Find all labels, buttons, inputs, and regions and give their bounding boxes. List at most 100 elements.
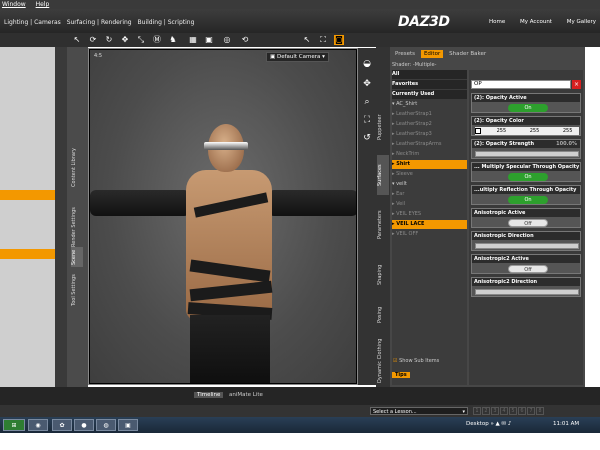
tab-timeline[interactable]: Timeline: [194, 392, 224, 398]
tree-item[interactable]: ▾ veilt: [392, 180, 467, 189]
pointer-icon[interactable]: ↖: [302, 35, 312, 45]
lesson-page-button[interactable]: 4: [500, 407, 508, 415]
camera-tool-icon[interactable]: ◙: [334, 35, 344, 45]
tree-item[interactable]: All: [392, 70, 467, 79]
multiply-specular-toggle[interactable]: On: [508, 173, 548, 181]
lesson-page-button[interactable]: 5: [509, 407, 517, 415]
tree-item[interactable]: ▸ Ear: [392, 190, 467, 199]
tab-parameters[interactable]: Parameters: [377, 199, 389, 251]
app-icon-1[interactable]: ✿: [52, 419, 72, 431]
color-swatch-icon[interactable]: [475, 127, 481, 134]
orbit-icon[interactable]: ◒: [361, 58, 373, 70]
chrome-icon[interactable]: ◉: [28, 419, 48, 431]
menu-help[interactable]: Help: [36, 1, 50, 8]
tree-item[interactable]: ▸ VEIL EYES: [392, 210, 467, 219]
tree-item[interactable]: ▸ VEIL OFF: [392, 230, 467, 239]
tab-puppeteer[interactable]: Puppeteer: [377, 103, 389, 151]
tab-posing[interactable]: Posing: [377, 299, 389, 331]
tree-item[interactable]: ▸ LeatherStrap1: [392, 110, 467, 119]
node-icon[interactable]: ▣: [204, 35, 214, 45]
app-icon-3[interactable]: ◍: [96, 419, 116, 431]
link-home[interactable]: Home: [489, 19, 505, 25]
room-tab-building[interactable]: Building | Scripting: [138, 19, 195, 26]
left-selected-row-2[interactable]: [0, 249, 55, 259]
anisotropic2-direction-dropdown[interactable]: [475, 289, 579, 295]
tab-presets[interactable]: Presets: [392, 50, 418, 58]
show-sub-items-checkbox[interactable]: ☑ Show Sub Items: [393, 358, 439, 364]
left-selected-row[interactable]: [0, 190, 55, 200]
tray-icons[interactable]: » ▲ ✉ ♪: [490, 421, 511, 427]
opacity-active-toggle[interactable]: On: [508, 104, 548, 112]
tab-shaping[interactable]: Shaping: [377, 255, 389, 295]
rotate-icon[interactable]: ⟳: [88, 35, 98, 45]
menu-window[interactable]: Window: [2, 1, 26, 8]
translate-icon[interactable]: ✥: [120, 35, 130, 45]
color-g[interactable]: 255: [530, 128, 540, 134]
tab-content-library[interactable]: Content Library: [71, 135, 83, 201]
tree-item[interactable]: Favorites: [392, 80, 467, 89]
start-button[interactable]: ⊞: [3, 419, 25, 431]
desktop-label[interactable]: Desktop: [466, 421, 489, 427]
figure-icon[interactable]: ♞: [168, 35, 178, 45]
node-select-icon[interactable]: ⛶: [318, 35, 328, 45]
opacity-color-values[interactable]: 255 255 255: [475, 127, 579, 135]
frame-icon[interactable]: ⛶: [361, 114, 373, 126]
anisotropic-direction-dropdown[interactable]: [475, 243, 579, 249]
lesson-page-button[interactable]: 8: [536, 407, 544, 415]
color-r[interactable]: 255: [497, 128, 507, 134]
reset-view-icon[interactable]: ↺: [361, 132, 373, 144]
tree-item[interactable]: ▸ LeatherStrapArms: [392, 140, 467, 149]
scale-icon[interactable]: ⤡: [136, 35, 146, 45]
select-arrow-icon[interactable]: ↖: [72, 35, 82, 45]
render-icon[interactable]: ◎: [222, 35, 232, 45]
opacity-strength-slider[interactable]: [475, 151, 579, 157]
tips-button[interactable]: Tips: [392, 372, 410, 378]
tab-animate-lite[interactable]: aniMate Lite: [226, 392, 266, 398]
app-icon-2[interactable]: ●: [74, 419, 94, 431]
morph-icon[interactable]: Ⓜ: [152, 35, 162, 45]
tree-item[interactable]: ▸ NeckTrim: [392, 150, 467, 159]
tree-item[interactable]: ▸ LeatherStrap2: [392, 120, 467, 129]
lesson-page-button[interactable]: 6: [518, 407, 526, 415]
tree-item[interactable]: ▾ AC_Shirt: [392, 100, 467, 109]
tree-item[interactable]: ▸ Sleeve: [392, 170, 467, 179]
room-tab-lighting[interactable]: Lighting | Cameras: [4, 19, 61, 26]
daz-taskbar-icon[interactable]: ▣: [118, 419, 138, 431]
grid-icon[interactable]: ▦: [188, 35, 198, 45]
lesson-select[interactable]: Select a Lesson... ▾: [370, 407, 468, 415]
windows-taskbar: ⊞ ◉ ✿ ● ◍ ▣ Desktop » ▲ ✉ ♪ 11:01 AM: [0, 417, 600, 433]
tree-item[interactable]: ▸ LeatherStrap3: [392, 130, 467, 139]
tree-item[interactable]: ▸ Shirt: [392, 160, 467, 169]
tab-scene[interactable]: Scene: [71, 247, 83, 267]
multiply-reflection-toggle[interactable]: On: [508, 196, 548, 204]
lesson-page-button[interactable]: 3: [491, 407, 499, 415]
tree-item[interactable]: Currently Used: [392, 90, 467, 99]
property-search-input[interactable]: OP: [471, 80, 571, 89]
tab-dynamic-clothing[interactable]: Dynamic Clothing: [377, 335, 389, 387]
viewport[interactable]: 4:5: [88, 48, 358, 385]
anisotropic2-active-toggle[interactable]: Off: [508, 265, 548, 273]
tree-item[interactable]: ▸ VEIL LACE: [392, 220, 467, 229]
room-tab-surfacing[interactable]: Surfacing | Rendering: [67, 19, 132, 26]
zoom-icon[interactable]: ⌕: [361, 96, 373, 108]
lesson-page-button[interactable]: 7: [527, 407, 535, 415]
tab-surfaces[interactable]: Surfaces: [377, 155, 389, 195]
tab-render-settings[interactable]: Render Settings: [71, 207, 83, 247]
camera-selector[interactable]: ▣ Default Camera ▾: [266, 52, 329, 62]
prop-title: ...ultiply Reflection Through Opacity: [472, 186, 580, 194]
color-b[interactable]: 255: [563, 128, 573, 134]
link-my-account[interactable]: My Account: [520, 19, 552, 25]
tree-item[interactable]: ▸ Veil: [392, 200, 467, 209]
anisotropic-active-toggle[interactable]: Off: [508, 219, 548, 227]
clear-search-icon[interactable]: ×: [572, 80, 581, 89]
link-my-gallery[interactable]: My Gallery: [567, 19, 596, 25]
lesson-page-button[interactable]: 1: [473, 407, 481, 415]
twist-icon[interactable]: ↻: [104, 35, 114, 45]
refresh-icon[interactable]: ⟲: [240, 35, 250, 45]
tab-shader-baker[interactable]: Shader Baker: [446, 50, 489, 58]
viewport-canvas[interactable]: 4:5: [90, 50, 356, 383]
lesson-page-button[interactable]: 2: [482, 407, 490, 415]
tab-tool-settings[interactable]: Tool Settings: [71, 271, 83, 309]
pan-icon[interactable]: ✥: [361, 78, 373, 90]
tab-editor[interactable]: Editor: [420, 50, 444, 58]
